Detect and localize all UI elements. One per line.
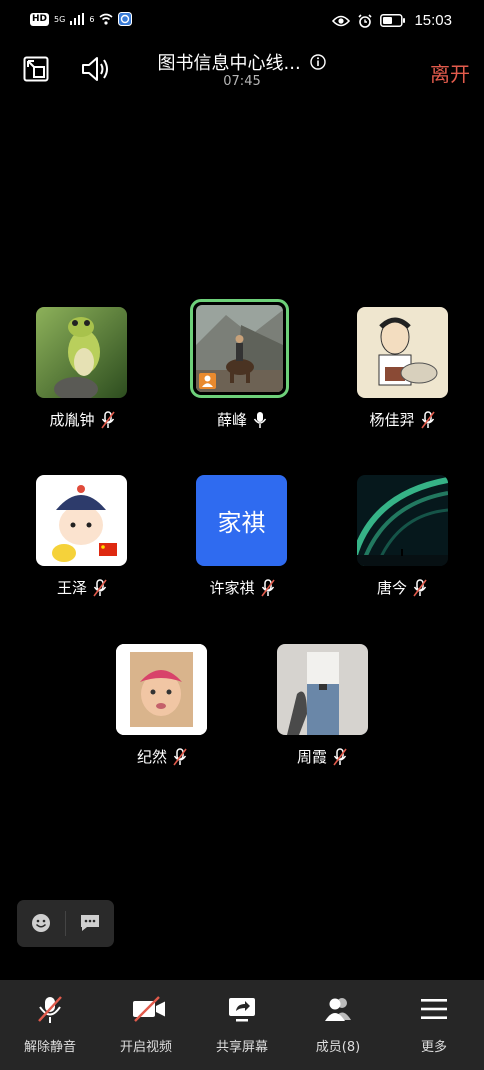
divider [65,911,66,936]
mic-muted-icon [100,410,115,428]
participant-avatar-4[interactable] [36,475,127,566]
unmute-label: 解除静音 [23,1040,76,1055]
participant-name-row-7: 纪然 [97,746,227,767]
fashion-photo [277,644,368,735]
start-video-button[interactable]: 开启视频 [98,980,194,1070]
share-screen-label: 共享屏幕 [215,1040,268,1055]
wifi-label: 6 [89,14,95,24]
mic-muted-icon [93,578,107,596]
mic-muted-icon [333,747,347,765]
signal-icon [70,13,85,25]
participant-avatar-6[interactable] [357,475,448,566]
participant-avatar-8[interactable] [277,644,368,735]
members-button[interactable]: 成员(8) [290,980,386,1070]
alarm-icon [358,13,373,28]
aurora-photo [357,475,448,566]
share-screen-icon [229,998,255,1022]
members-icon [325,998,351,1021]
participant-name-row-3: 杨佳羿 [337,409,467,430]
participant-name: 纪然 [136,748,167,766]
participant-avatar-3[interactable] [357,307,448,398]
host-badge [199,373,216,389]
more-label: 更多 [420,1040,447,1055]
host-icon [202,375,213,387]
status-bar: HD 5G 6 15:03 [0,0,484,44]
participant-name: 王泽 [56,579,87,597]
participant-name: 许家祺 [209,579,255,597]
menu-icon [421,999,447,1019]
participant-avatar-1[interactable] [36,307,127,398]
participant-avatar-2[interactable] [196,305,283,392]
participant-name-row-6: 唐今 [337,577,467,598]
bottom-toolbar: 解除静音 开启视频 共享屏幕 成员(8) 更多 [0,980,484,1070]
leave-button[interactable]: 离开 [430,58,470,87]
members-label: 成员(8) [315,1040,361,1055]
participant-avatar-5[interactable]: 家祺 [196,475,287,566]
avatar-initials: 家祺 [217,509,266,537]
meeting-duration: 07:45 [223,74,261,89]
share-screen-button[interactable]: 共享屏幕 [194,980,290,1070]
participant-name-row-4: 王泽 [17,577,147,598]
emoji-icon[interactable] [31,913,51,933]
video-off-icon [133,996,165,1022]
meeting-title[interactable]: 图书信息中心线... [0,49,484,75]
wifi-icon [99,13,113,25]
chat-icon[interactable] [79,913,101,933]
mic-muted-icon [420,410,435,428]
baby-photo [116,644,207,735]
meeting-title-text: 图书信息中心线... [157,53,301,74]
more-button[interactable]: 更多 [386,980,482,1070]
participant-name-row-8: 周霞 [257,746,387,767]
participant-name-row-2: 薛峰 [177,409,307,430]
eye-icon [332,15,351,26]
status-right: 15:03 [332,12,452,29]
participant-name: 杨佳羿 [369,411,415,429]
mic-muted-icon [38,996,62,1023]
status-left: HD 5G 6 [30,12,133,26]
mic-icon [253,411,267,428]
battery-icon [380,14,406,27]
participant-name: 唐今 [376,579,407,597]
participant-name: 薛峰 [216,411,247,429]
participant-name-row-1: 成胤钟 [17,409,147,430]
unmute-button[interactable]: 解除静音 [2,980,98,1070]
cartoon-boy-with-flag [36,475,127,566]
mic-muted-icon [413,578,427,596]
caricature-sketch [357,307,448,398]
mic-muted-icon [260,578,275,596]
network-label: 5G [54,14,66,24]
info-icon[interactable] [310,54,327,70]
hd-badge: HD [30,12,50,26]
clock: 15:03 [414,12,452,29]
frog-photo [36,307,127,398]
quick-chat-bar [17,900,114,947]
participant-avatar-7[interactable] [116,644,207,735]
app-notification-icon [118,12,133,26]
participant-name: 周霞 [296,748,327,766]
participant-name-row-5: 许家祺 [177,577,307,598]
participant-name: 成胤钟 [49,411,95,429]
mic-muted-icon [173,747,187,765]
start-video-label: 开启视频 [119,1040,172,1055]
